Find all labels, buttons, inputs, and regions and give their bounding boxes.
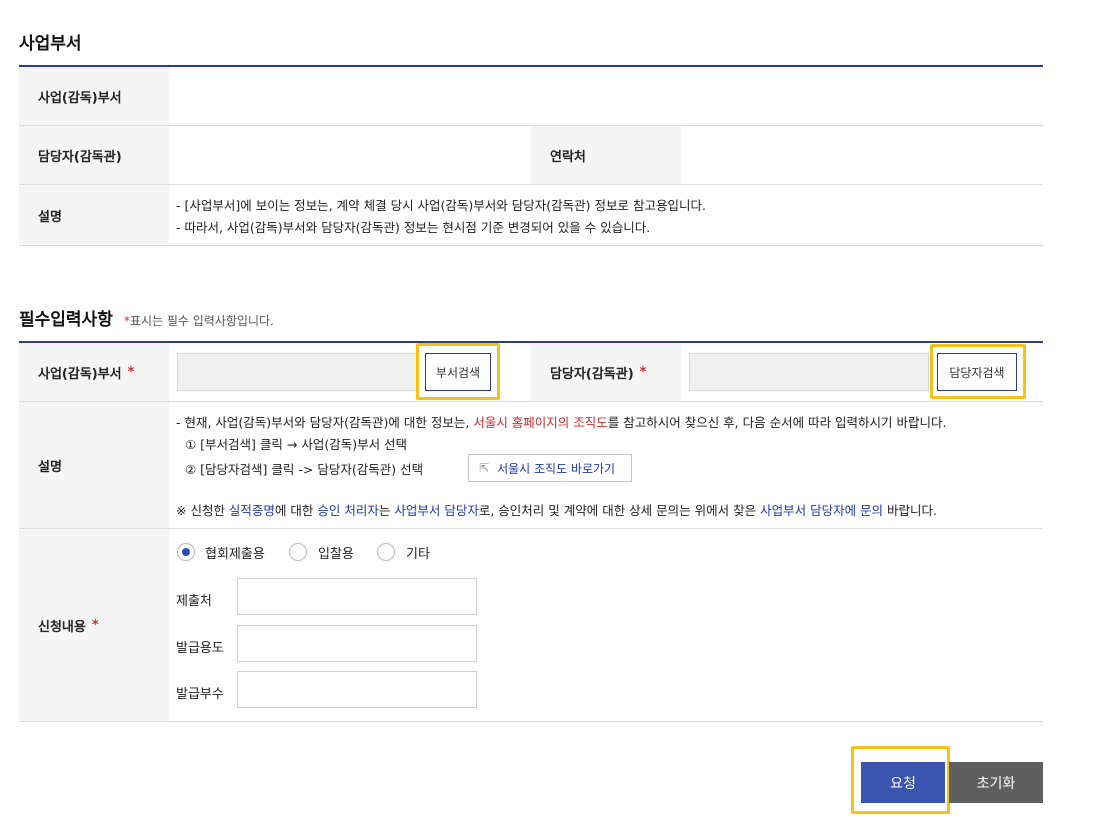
highlight-dept-search <box>416 343 500 400</box>
manager-input[interactable] <box>689 353 929 391</box>
notice-part: 사업부서 담당자 <box>394 503 479 518</box>
submit-to-input[interactable] <box>237 578 477 615</box>
highlight-manager-search <box>930 344 1026 399</box>
notice-part: 사업부서 담당자에 문의 <box>760 503 884 518</box>
description-line-1: - [사업부서]에 보이는 정보는, 계약 체결 당시 사업(감독)부서와 담당… <box>176 198 706 213</box>
radio-bid-label: 입찰용 <box>318 547 354 562</box>
request-label-text: 신청내용 <box>38 619 86 635</box>
reset-button[interactable]: 초기화 <box>949 762 1043 803</box>
notice-part: 로, 승인처리 및 계약에 대한 상세 문의는 위에서 찾은 <box>478 503 761 518</box>
org-chart-link[interactable]: 서울시 홈페이지의 조직도 <box>473 415 607 430</box>
dept-input-label-text: 사업(감독)부서 <box>38 366 122 382</box>
notice-part: 실적증명 <box>228 503 275 518</box>
required-note: 표시는 필수 입력사항입니다. <box>129 314 274 328</box>
dept-value <box>169 67 1043 125</box>
guide-text-b: 를 참고하시어 찾으신 후, 다음 순서에 따라 입력하시기 바랍니다. <box>607 415 947 430</box>
manager-label: 담당자(감독관) <box>19 126 169 184</box>
radio-association-label: 협회제출용 <box>205 547 265 562</box>
highlight-request-button <box>851 746 950 814</box>
dept-label: 사업(감독)부서 <box>19 67 169 125</box>
row-request: 신청내용 * <box>19 529 1043 722</box>
notice-part: 는 <box>378 503 395 518</box>
section-title-business-dept: 사업부서 <box>19 34 82 54</box>
contact-value <box>681 126 1043 184</box>
copies-label: 발급부수 <box>176 687 224 702</box>
manager-input-label: 담당자(감독관) * <box>531 343 681 401</box>
row-description: 설명 - [사업부서]에 보이는 정보는, 계약 체결 당시 사업(감독)부서와… <box>19 185 1043 246</box>
purpose-label: 발급용도 <box>176 641 224 656</box>
row-manager: 담당자(감독관) 연락처 <box>19 126 1043 185</box>
notice-part: 바랍니다. <box>883 503 937 518</box>
manager-value <box>169 126 531 184</box>
request-label: 신청내용 * <box>19 529 169 721</box>
external-link-icon: ⇱ <box>479 461 490 475</box>
notice-part: 승인 처리자 <box>317 503 379 518</box>
guide-step-2: ② [담당자검색] 클릭 -> 담당자(감독관) 선택 <box>185 462 424 477</box>
dept-input[interactable] <box>177 353 417 391</box>
guide-text-a: - 현재, 사업(감독)부서와 담당자(감독관)에 대한 정보는, <box>176 415 474 430</box>
description-label: 설명 <box>19 185 169 245</box>
contact-label: 연락처 <box>531 126 681 184</box>
required-mark: * <box>127 364 135 380</box>
required-mark: * <box>91 617 99 633</box>
row-dept: 사업(감독)부서 <box>19 67 1043 126</box>
radio-association[interactable] <box>177 543 195 561</box>
notice-part: ※ 신청한 <box>176 503 229 518</box>
submit-to-label: 제출처 <box>176 594 212 609</box>
description-line-2: - 따라서, 사업(감독)부서와 담당자(감독관) 정보는 현시점 기준 변경되… <box>176 220 651 235</box>
manager-input-label-text: 담당자(감독관) <box>550 366 634 382</box>
guide-notice: ※ 신청한 실적증명에 대한 승인 처리자는 사업부서 담당자로, 승인처리 및… <box>176 500 937 519</box>
radio-bid[interactable] <box>289 543 307 561</box>
copies-input[interactable] <box>237 671 477 708</box>
radio-other[interactable] <box>377 543 395 561</box>
purpose-input[interactable] <box>237 625 477 662</box>
radio-other-label: 기타 <box>406 547 430 562</box>
guide-step-1: ① [부서검색] 클릭 → 사업(감독)부서 선택 <box>185 437 408 452</box>
required-section-title: 필수입력사항 <box>19 310 113 330</box>
row-dept-input: 사업(감독)부서 * 부서검색 담당자(감독관) * 담당자검색 <box>19 343 1043 402</box>
notice-part: 에 대한 <box>274 503 318 518</box>
guide-label: 설명 <box>19 402 169 528</box>
guide-line-1: - 현재, 사업(감독)부서와 담당자(감독관)에 대한 정보는, 서울시 홈페… <box>176 412 947 431</box>
org-chart-button[interactable]: ⇱ 서울시 조직도 바로가기 <box>468 454 632 482</box>
section-title-required: 필수입력사항 *표시는 필수 입력사항입니다. <box>19 305 274 330</box>
org-chart-button-label: 서울시 조직도 바로가기 <box>497 461 616 476</box>
required-mark: * <box>639 364 647 380</box>
dept-input-label: 사업(감독)부서 * <box>19 343 169 401</box>
